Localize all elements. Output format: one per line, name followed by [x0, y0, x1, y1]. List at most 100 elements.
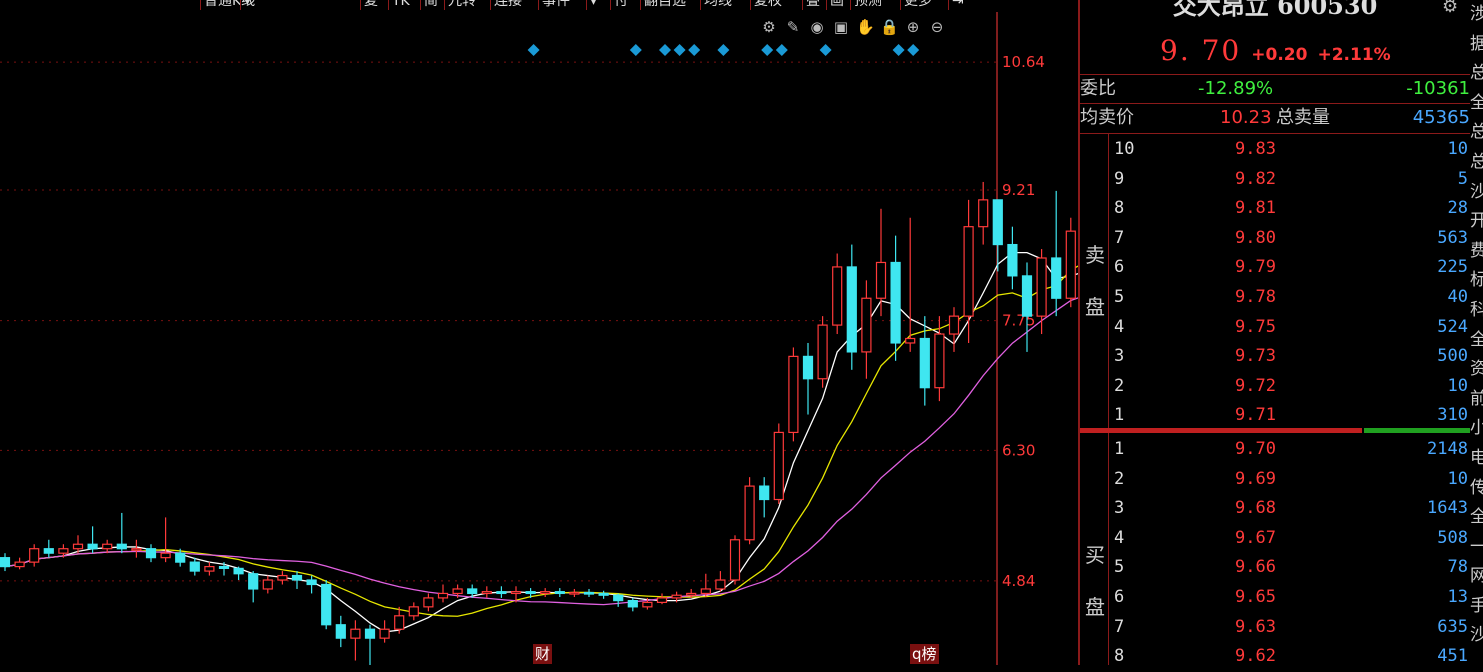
- candle-body: [686, 592, 697, 596]
- order-row[interactable]: 7 9.63 635: [1080, 613, 1470, 643]
- menu-item-2[interactable]: 复: [360, 0, 381, 10]
- side-strip-char: 资: [1470, 359, 1483, 380]
- finance-tag[interactable]: 财: [533, 644, 553, 664]
- y-tick-label: 4.84: [1002, 572, 1035, 590]
- menu-item-17[interactable]: ⇥: [948, 0, 967, 10]
- order-row[interactable]: 2 9.72 10: [1080, 372, 1470, 402]
- kline-chart[interactable]: 10.649.217.756.304.8410.28: [0, 12, 1078, 665]
- event-diamond-marker: [673, 44, 686, 56]
- menu-item-15[interactable]: 预测: [850, 0, 885, 10]
- order-price: 9.63: [1235, 616, 1276, 637]
- eye-icon[interactable]: ◉: [808, 18, 826, 36]
- lock-icon[interactable]: 🔒: [880, 18, 899, 36]
- side-strip-char: 前: [1470, 388, 1483, 409]
- order-volume: 2148: [1427, 439, 1468, 459]
- zoom-in-icon[interactable]: ⊕: [904, 18, 922, 36]
- order-row[interactable]: 4 9.67 508: [1080, 524, 1470, 554]
- stock-title: 交大昂立 600530: [1172, 0, 1378, 20]
- pen-icon[interactable]: ✎: [784, 18, 802, 36]
- order-row[interactable]: 3 9.68 1643: [1080, 494, 1470, 524]
- order-row[interactable]: 9 9.82 5: [1080, 165, 1470, 195]
- side-strip-char: 总: [1470, 122, 1483, 143]
- event-diamond-marker: [907, 44, 920, 56]
- order-price: 9.83: [1235, 139, 1276, 159]
- order-row[interactable]: 10 9.83 10: [1080, 135, 1470, 165]
- candle-body: [934, 333, 945, 389]
- order-row[interactable]: 8 9.81 28: [1080, 194, 1470, 224]
- avg-sell-row: 均卖价 10.23 总卖量 45365: [1080, 103, 1470, 132]
- candle-body: [72, 543, 84, 550]
- candle-body: [437, 592, 449, 599]
- rank-tag[interactable]: q榜: [910, 644, 939, 664]
- menu-item-11[interactable]: 均线: [700, 0, 735, 10]
- price-change-pct: +2.11%: [1317, 45, 1391, 65]
- order-level: 8: [1114, 646, 1125, 667]
- menu-item-8[interactable]: ▾: [586, 0, 600, 10]
- order-level: 4: [1114, 527, 1125, 548]
- order-row[interactable]: 2 9.69 10: [1080, 465, 1470, 495]
- order-price: 9.68: [1235, 498, 1276, 519]
- menu-item-6[interactable]: 连接: [490, 0, 525, 10]
- menu-item-5[interactable]: 九转: [444, 0, 479, 10]
- order-price: 9.82: [1235, 168, 1276, 189]
- order-row[interactable]: 5 9.78 40: [1080, 283, 1470, 313]
- order-row[interactable]: 6 9.65 13: [1080, 583, 1470, 613]
- menu-item-16[interactable]: 更多: [900, 0, 935, 10]
- order-row[interactable]: 1 9.70 2148: [1080, 435, 1470, 465]
- menu-item-4[interactable]: 简: [420, 0, 441, 10]
- candle-body: [102, 543, 113, 550]
- box-icon[interactable]: ▣: [832, 18, 850, 36]
- candle-body: [218, 566, 230, 569]
- candle-body: [204, 566, 215, 572]
- side-info-strip[interactable]: 涉据总全总总沙开费标科全资前小电传全一网手沙: [1470, 0, 1483, 665]
- order-price: 9.81: [1235, 198, 1276, 219]
- candle-body: [598, 592, 609, 596]
- event-diamond-marker: [761, 44, 774, 56]
- order-row[interactable]: 5 9.66 78: [1080, 553, 1470, 583]
- order-row[interactable]: 8 9.62 451: [1080, 642, 1470, 672]
- order-volume: 28: [1447, 198, 1468, 219]
- menu-item-7[interactable]: 事件: [538, 0, 573, 10]
- side-strip-char: 据: [1470, 33, 1483, 54]
- candle-body: [277, 574, 288, 581]
- sell-order-book: 10 9.83 10 9 9.82 5 8 9.81 28 7 9.80 563 6 9.79 225 5 9.…: [1080, 135, 1470, 431]
- order-row[interactable]: 4 9.75 524: [1080, 313, 1470, 343]
- zoom-out-icon[interactable]: ⊖: [928, 18, 946, 36]
- side-strip-char: 全: [1470, 92, 1483, 113]
- order-volume: 451: [1437, 646, 1468, 667]
- candle-body: [759, 485, 770, 501]
- avg-sell-label: 均卖价: [1080, 107, 1134, 128]
- gear-icon[interactable]: ⚙: [760, 18, 778, 36]
- price-change: +0.20: [1251, 45, 1308, 65]
- candle-body: [583, 591, 595, 595]
- menu-item-12[interactable]: 复权: [750, 0, 785, 10]
- candle-body: [773, 431, 784, 501]
- menu-item-13[interactable]: 叠: [802, 0, 823, 10]
- menu-item-3[interactable]: TK: [388, 0, 413, 10]
- order-price: 9.75: [1235, 316, 1276, 337]
- gear-icon[interactable]: ⚙: [1442, 0, 1458, 17]
- side-strip-char: 沙: [1470, 625, 1483, 646]
- candle-body: [832, 266, 843, 326]
- hand-icon[interactable]: ✋: [856, 18, 875, 36]
- menu-item-14[interactable]: 画: [826, 0, 847, 10]
- total-sell-label: 总卖量: [1276, 107, 1330, 128]
- side-strip-char: 总: [1470, 63, 1483, 84]
- order-level: 3: [1114, 346, 1125, 367]
- candle-body: [29, 548, 40, 563]
- candle-body: [992, 199, 1003, 246]
- menu-item-9[interactable]: 付: [610, 0, 631, 10]
- candle-body: [116, 543, 127, 550]
- menu-item-10[interactable]: 翻自选: [640, 0, 689, 10]
- order-level: 2: [1114, 468, 1125, 489]
- order-row[interactable]: 7 9.80 563: [1080, 224, 1470, 254]
- candle-body: [919, 337, 930, 389]
- candle-body: [481, 591, 492, 595]
- kline-chart-area[interactable]: 10.649.217.756.304.8410.28 ⚙ ✎ ◉ ▣ ✋ 🔒 ⊕ ⊖ 财 q榜: [0, 12, 1078, 665]
- order-row[interactable]: 6 9.79 225: [1080, 253, 1470, 283]
- order-price: 9.78: [1235, 286, 1276, 307]
- order-level: 6: [1114, 586, 1125, 607]
- order-row[interactable]: 3 9.73 500: [1080, 342, 1470, 372]
- order-row[interactable]: 1 9.71 310: [1080, 401, 1470, 431]
- menu-item-1[interactable]: ▾: [240, 0, 254, 10]
